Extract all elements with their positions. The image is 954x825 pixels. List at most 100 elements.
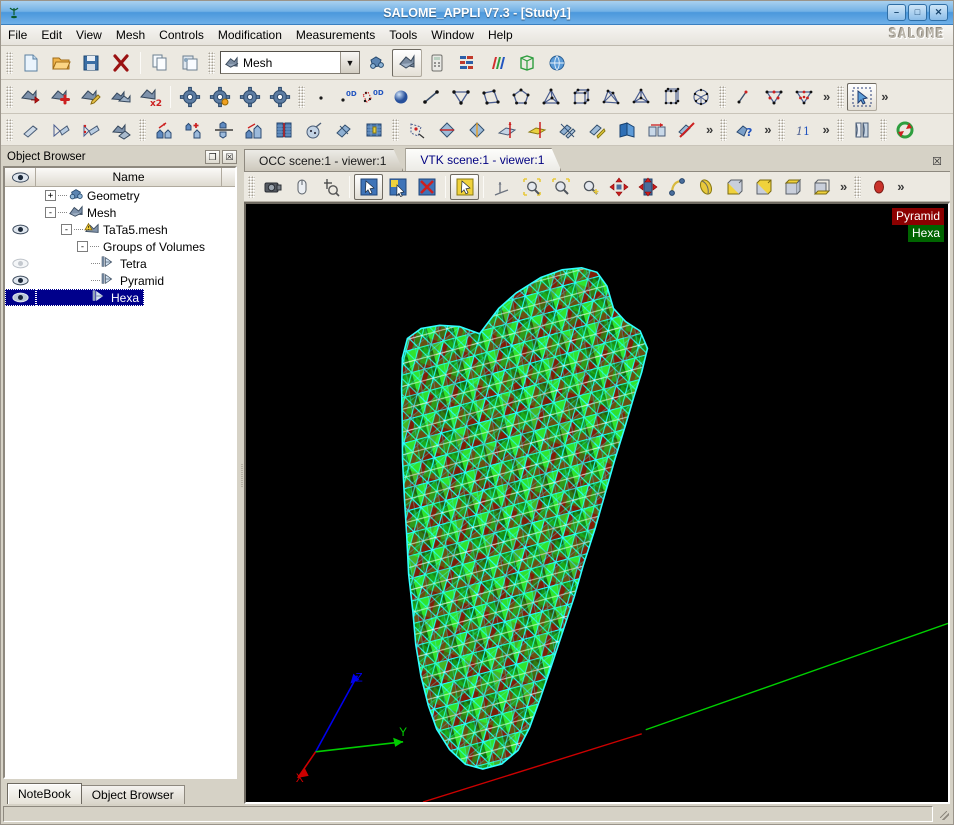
tree-item-tetra[interactable]: Tetra	[36, 255, 147, 272]
zoom-button[interactable]	[517, 174, 546, 200]
open-document-button[interactable]	[46, 49, 76, 77]
pan-button[interactable]	[604, 174, 633, 200]
vtk-3d-viewport[interactable]: Z Y X Pyramid Hexa	[244, 202, 950, 804]
build-compound-button[interactable]	[106, 83, 136, 111]
reorient-button[interactable]	[612, 116, 642, 144]
maximize-button[interactable]: □	[908, 4, 927, 21]
create-quadrangle-button[interactable]	[476, 83, 506, 111]
close-document-button[interactable]	[106, 49, 136, 77]
move-node-button[interactable]	[402, 116, 432, 144]
create-node-button[interactable]	[308, 83, 334, 111]
object-browser-close-button[interactable]: ☒	[222, 150, 237, 164]
save-document-button[interactable]	[76, 49, 106, 77]
tree-row-hexa[interactable]: Hexa	[5, 289, 235, 306]
viewer-toolbar-grip[interactable]	[248, 175, 255, 198]
create-pentahedron-button[interactable]	[596, 83, 626, 111]
add-node-button[interactable]	[179, 116, 209, 144]
tab-occ-viewer[interactable]: OCC scene:1 - viewer:1	[244, 149, 403, 171]
collapse-toggle-mesh[interactable]: -	[45, 207, 56, 218]
clear-mesh-button[interactable]	[672, 116, 702, 144]
new-document-button[interactable]	[16, 49, 46, 77]
tree-row-pyramid[interactable]: Pyramid	[5, 272, 235, 289]
evaluate-button[interactable]	[235, 83, 265, 111]
module-mesh-button[interactable]	[392, 48, 422, 77]
module-smesh-button[interactable]	[512, 49, 542, 77]
back-view-button[interactable]	[749, 174, 778, 200]
create-hexagonal-prism-button[interactable]	[656, 83, 686, 111]
mesh-toolbar-overflow-2[interactable]: »	[877, 90, 892, 103]
symmetry-button[interactable]	[209, 116, 239, 144]
selection-rect-button[interactable]	[383, 174, 412, 200]
menu-controls[interactable]: Controls	[152, 25, 211, 45]
mesh-toolbar-grip[interactable]	[6, 85, 13, 108]
menu-view[interactable]: View	[69, 25, 109, 45]
visibility-toggle-mesh[interactable]	[5, 204, 36, 221]
legend-item-hexa[interactable]: Hexa	[907, 225, 944, 242]
visibility-toggle-tata5mesh[interactable]	[5, 221, 36, 238]
bottom-view-button[interactable]	[807, 174, 836, 200]
collapse-toggle-tata5mesh[interactable]: -	[61, 224, 72, 235]
numbering-toolbar-grip[interactable]	[778, 118, 786, 141]
info-toolbar-grip[interactable]	[720, 118, 728, 141]
rotate-view-button[interactable]	[662, 174, 691, 200]
update-toolbar-grip[interactable]	[879, 118, 887, 141]
modification-overflow-2[interactable]: »	[760, 123, 775, 136]
display-toolbar-grip[interactable]	[836, 118, 844, 141]
scale-transform-button[interactable]	[269, 116, 299, 144]
edit-mesh-button[interactable]	[76, 83, 106, 111]
visibility-toggle-geometry[interactable]	[5, 187, 36, 204]
element-toolbar-grip[interactable]	[298, 85, 305, 108]
visibility-toggle-hexa[interactable]	[5, 289, 36, 306]
viewer-toolbar-overflow[interactable]: »	[836, 180, 851, 193]
transform-toolbar-grip[interactable]	[139, 118, 146, 141]
top-view-button[interactable]	[778, 174, 807, 200]
collapse-toggle-groups[interactable]: -	[77, 241, 88, 252]
create-triangle-button[interactable]	[446, 83, 476, 111]
modify-toolbar-grip[interactable]	[392, 118, 399, 141]
global-pan-button[interactable]	[633, 174, 662, 200]
trihedron-button[interactable]	[488, 174, 517, 200]
menu-measurements[interactable]: Measurements	[289, 25, 382, 45]
mesh-order-button[interactable]	[265, 83, 295, 111]
module-geometry-button[interactable]	[362, 49, 392, 77]
create-polygon-button[interactable]	[506, 83, 536, 111]
precompute-button[interactable]	[205, 83, 235, 111]
tree-item-groups-of-volumes[interactable]: - Groups of Volumes	[36, 238, 205, 255]
rotation-button[interactable]	[239, 116, 269, 144]
viewer-toolbar-overflow-2[interactable]: »	[893, 180, 908, 193]
tab-notebook[interactable]: NoteBook	[7, 783, 82, 804]
quadratic-edge-button[interactable]	[729, 83, 759, 111]
extrusion-button[interactable]	[16, 116, 46, 144]
smoothing-button[interactable]	[552, 116, 582, 144]
module-selector-combo[interactable]: Mesh ▼	[220, 51, 360, 74]
merge-nodes-button[interactable]	[329, 116, 359, 144]
minimize-button[interactable]: –	[887, 4, 906, 21]
menu-mesh[interactable]: Mesh	[109, 25, 152, 45]
revolution-button[interactable]	[76, 116, 106, 144]
select-entity-button[interactable]	[847, 82, 878, 111]
tree-row-mesh[interactable]: - Mesh	[5, 204, 235, 221]
tree-row-tetra[interactable]: Tetra	[5, 255, 235, 272]
create-ball-button[interactable]	[386, 83, 416, 111]
copy-mesh-button[interactable]: x2	[136, 83, 166, 111]
module-selector-arrow[interactable]: ▼	[340, 52, 359, 73]
object-browser-float-button[interactable]: ❐	[205, 150, 220, 164]
create-0d-element-button[interactable]: 0D	[334, 83, 360, 111]
quadratic-triangle-button[interactable]	[759, 83, 789, 111]
menu-edit[interactable]: Edit	[34, 25, 69, 45]
expand-toggle-geometry[interactable]: +	[45, 190, 56, 201]
tree-item-hexa[interactable]: Hexa	[36, 289, 145, 306]
tree-item-pyramid[interactable]: Pyramid	[36, 272, 164, 289]
tab-object-browser[interactable]: Object Browser	[80, 785, 185, 804]
cutting-quadrangles-button[interactable]	[492, 116, 522, 144]
menu-window[interactable]: Window	[424, 25, 481, 45]
create-mesh-button[interactable]	[16, 83, 46, 111]
convert-quadratic-button[interactable]	[582, 116, 612, 144]
shading-button[interactable]	[864, 174, 893, 200]
tree-body[interactable]: + Geometry - Mesh - TaTa5.mesh - Groups …	[5, 187, 235, 777]
tree-item-mesh[interactable]: - Mesh	[36, 204, 116, 221]
merge-elements-button[interactable]	[359, 116, 389, 144]
tree-row-geometry[interactable]: + Geometry	[5, 187, 235, 204]
visibility-toggle-groups[interactable]	[5, 238, 36, 255]
tree-item-tata5mesh[interactable]: - TaTa5.mesh	[36, 221, 168, 238]
